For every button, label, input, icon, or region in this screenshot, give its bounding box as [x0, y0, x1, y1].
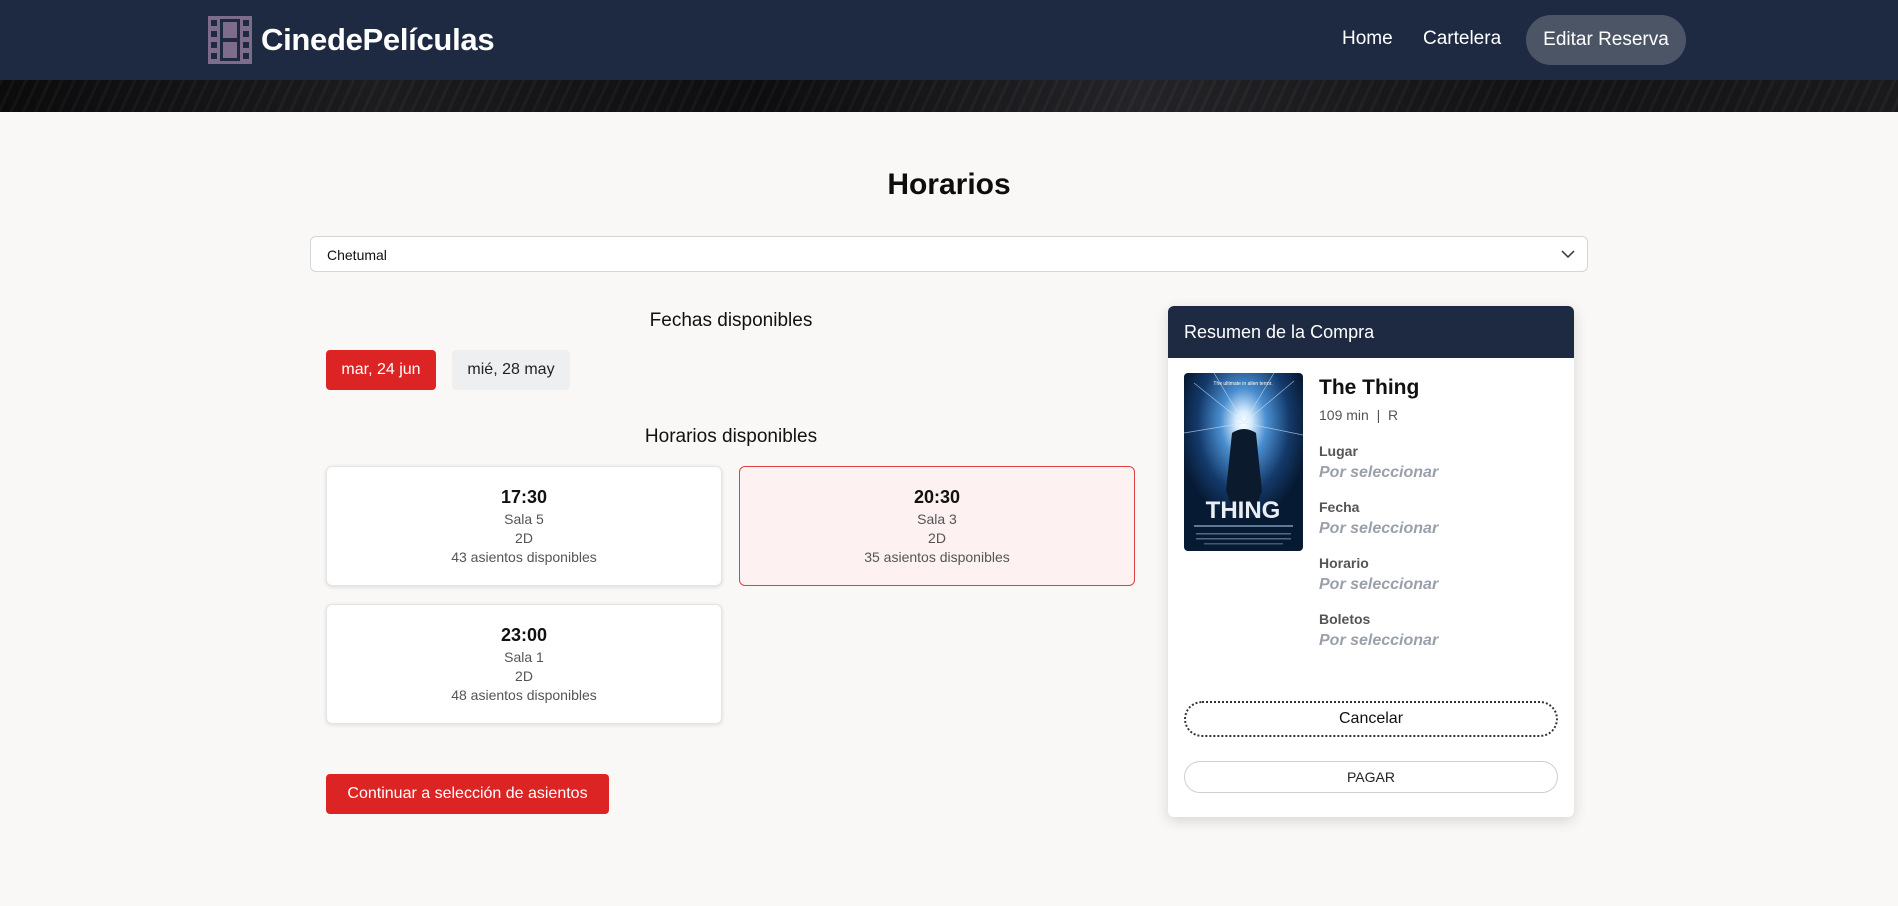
- showtime-seats: 43 asientos disponibles: [451, 549, 597, 565]
- cancel-button[interactable]: Cancelar: [1184, 701, 1558, 737]
- movie-poster-image: The ultimate in alien terror. THING: [1184, 373, 1303, 551]
- field-value-fecha: Por seleccionar: [1319, 520, 1439, 537]
- showtime-card[interactable]: 17:30 Sala 5 2D 43 asientos disponibles: [326, 466, 722, 586]
- showtime-seats: 35 asientos disponibles: [864, 549, 1010, 565]
- location-select[interactable]: Chetumal: [310, 236, 1588, 272]
- edit-reservation-button[interactable]: Editar Reserva: [1526, 15, 1686, 65]
- showtime-room: Sala 5: [504, 511, 544, 527]
- poster-tagline: The ultimate in alien terror.: [1213, 381, 1272, 387]
- location-select-value: Chetumal: [327, 247, 387, 263]
- chevron-down-icon: [1561, 250, 1575, 259]
- page-title: Horarios: [887, 168, 1011, 201]
- field-value-boletos: Por seleccionar: [1319, 632, 1439, 649]
- purchase-summary-card: Resumen de la Compra The ultimate in ali…: [1168, 306, 1574, 817]
- showtime-room: Sala 1: [504, 649, 544, 665]
- date-option-selected[interactable]: mar, 24 jun: [326, 350, 436, 390]
- dates-heading: Fechas disponibles: [649, 310, 813, 331]
- showtime-time: 17:30: [500, 487, 548, 507]
- showtime-time: 20:30: [913, 487, 961, 507]
- brand-name: CinedePelículas: [261, 22, 495, 57]
- showtime-card-selected[interactable]: 20:30 Sala 3 2D 35 asientos disponibles: [739, 466, 1135, 586]
- field-value-horario: Por seleccionar: [1319, 576, 1439, 593]
- field-label-lugar: Lugar: [1319, 443, 1358, 459]
- brand-logo[interactable]: CinedePelículas: [207, 15, 495, 65]
- showtime-seats: 48 asientos disponibles: [451, 687, 597, 703]
- nav-link-cartelera[interactable]: Cartelera: [1423, 28, 1501, 50]
- date-option[interactable]: mié, 28 may: [452, 350, 570, 390]
- poster-title: THING: [1206, 497, 1281, 524]
- film-strip-icon: [208, 16, 252, 64]
- field-value-lugar: Por seleccionar: [1319, 464, 1439, 481]
- movie-title: The Thing: [1319, 376, 1420, 399]
- hero-banner-strip: [0, 80, 1898, 112]
- movie-poster: The ultimate in alien terror. THING: [1184, 373, 1303, 551]
- continue-to-seats-button[interactable]: Continuar a selección de asientos: [326, 774, 609, 814]
- showtime-room: Sala 3: [917, 511, 957, 527]
- field-label-horario: Horario: [1319, 555, 1369, 571]
- field-label-boletos: Boletos: [1319, 611, 1371, 627]
- showtimes-heading: Horarios disponibles: [644, 426, 818, 447]
- movie-meta: 109 min | R: [1319, 407, 1399, 423]
- showtime-format: 2D: [515, 668, 533, 684]
- nav-link-home[interactable]: Home: [1342, 28, 1393, 50]
- summary-heading: Resumen de la Compra: [1168, 306, 1574, 358]
- showtime-time: 23:00: [500, 625, 548, 645]
- pay-button[interactable]: PAGAR: [1184, 761, 1558, 793]
- showtime-format: 2D: [515, 530, 533, 546]
- showtime-format: 2D: [928, 530, 946, 546]
- showtime-card[interactable]: 23:00 Sala 1 2D 48 asientos disponibles: [326, 604, 722, 724]
- top-navbar: CinedePelículas Home Cartelera Editar Re…: [0, 0, 1898, 80]
- field-label-fecha: Fecha: [1319, 499, 1360, 515]
